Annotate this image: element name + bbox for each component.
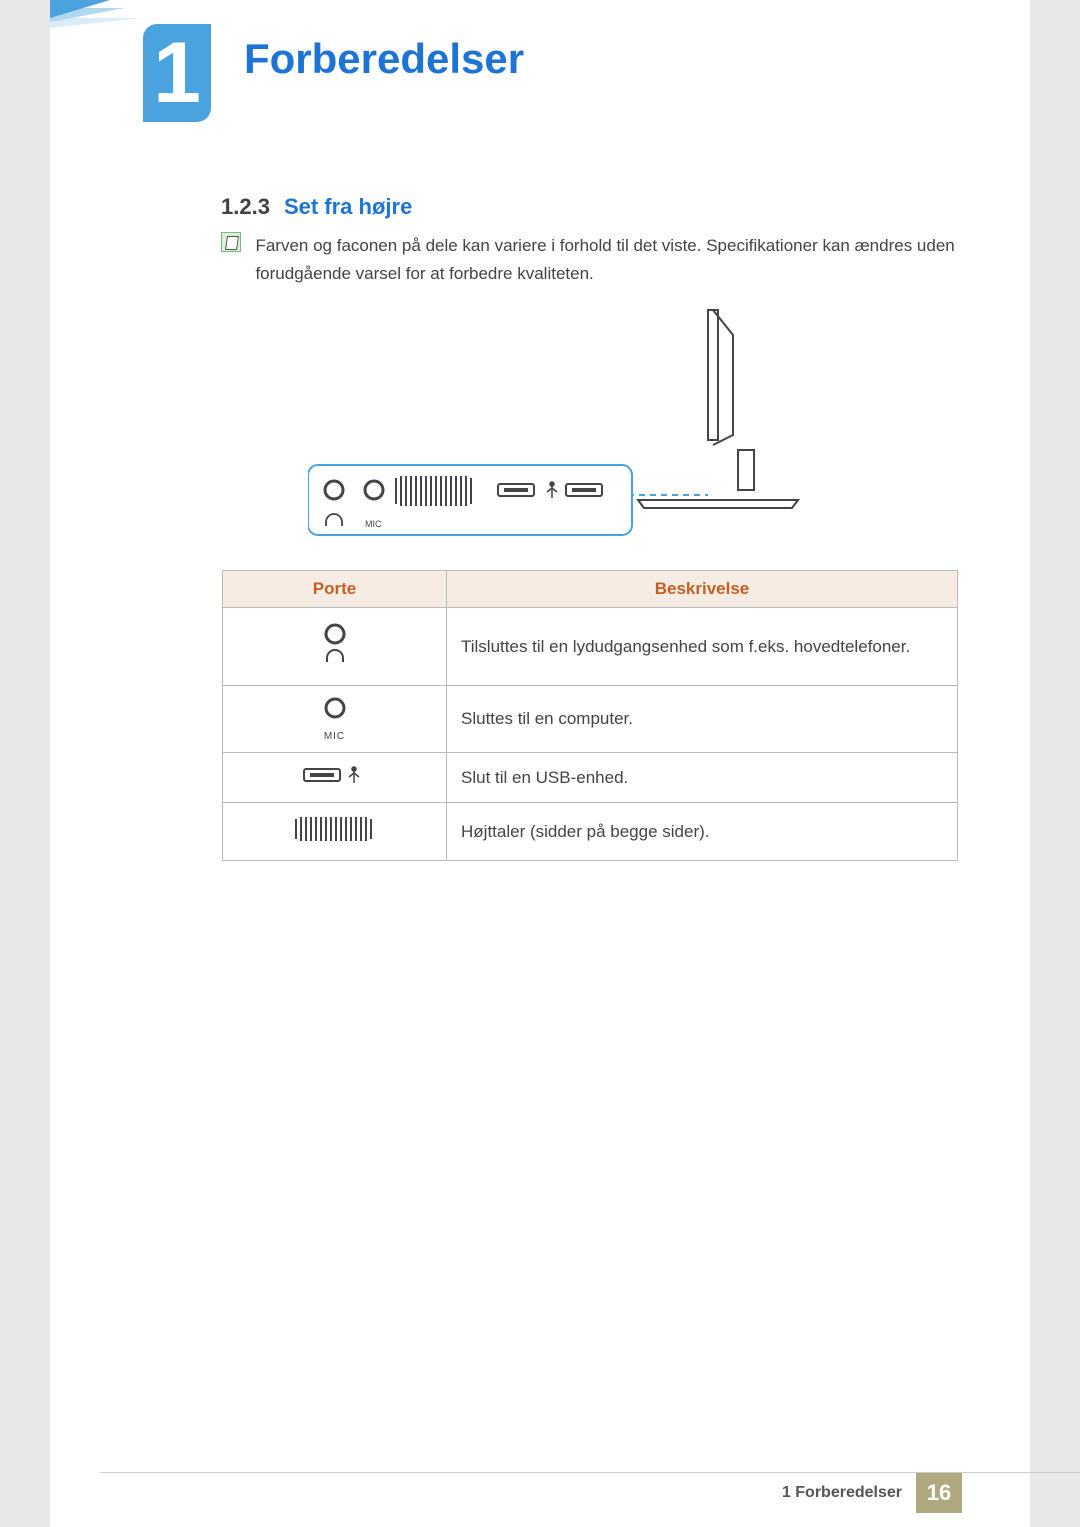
side-view-diagram: MIC: [308, 300, 868, 560]
table-row: Slut til en USB-enhed.: [223, 753, 958, 803]
port-cell-headphone: [223, 608, 447, 686]
desc-cell: Højttaler (sidder på begge sider).: [447, 803, 958, 861]
page: 1 Forberedelser 1.2.3 Set fra højre Farve…: [50, 0, 1030, 1527]
usb-port-icon: [300, 763, 370, 787]
table-row: Højttaler (sidder på begge sider).: [223, 803, 958, 861]
speaker-grille-icon: [290, 813, 380, 845]
desc-cell: Sluttes til en computer.: [447, 686, 958, 753]
footer-chapter-label: 1 Forberedelser: [782, 1484, 902, 1502]
section-title: Set fra højre: [284, 194, 412, 219]
port-cell-mic: MIC: [223, 686, 447, 753]
ports-table: Porte Beskrivelse Tilsluttes til en lydu…: [222, 570, 958, 861]
port-cell-speaker: [223, 803, 447, 861]
note-text: Farven og faconen på dele kan variere i …: [255, 232, 955, 288]
corner-decoration: [50, 0, 150, 40]
footer-page-number: 16: [916, 1473, 962, 1513]
desc-cell: Slut til en USB-enhed.: [447, 753, 958, 803]
table-header-desc: Beskrivelse: [447, 571, 958, 608]
note-icon: [221, 232, 241, 252]
mic-label: MIC: [237, 731, 432, 742]
desc-cell: Tilsluttes til en lydudgangsenhed som f.…: [447, 608, 958, 686]
headphone-jack-icon: [315, 622, 355, 666]
table-row: MIC Sluttes til en computer.: [223, 686, 958, 753]
section-heading: 1.2.3 Set fra højre: [221, 194, 412, 220]
mic-jack-icon: [315, 696, 355, 720]
section-number: 1.2.3: [221, 194, 270, 219]
chapter-number-badge: 1: [143, 24, 211, 122]
page-footer: 1 Forberedelser 16: [782, 1473, 962, 1513]
table-row: Tilsluttes til en lydudgangsenhed som f.…: [223, 608, 958, 686]
port-cell-usb: [223, 753, 447, 803]
diagram-mic-label: MIC: [365, 519, 382, 529]
chapter-title: Forberedelser: [244, 35, 524, 83]
note-row: Farven og faconen på dele kan variere i …: [221, 232, 977, 288]
table-header-port: Porte: [223, 571, 447, 608]
